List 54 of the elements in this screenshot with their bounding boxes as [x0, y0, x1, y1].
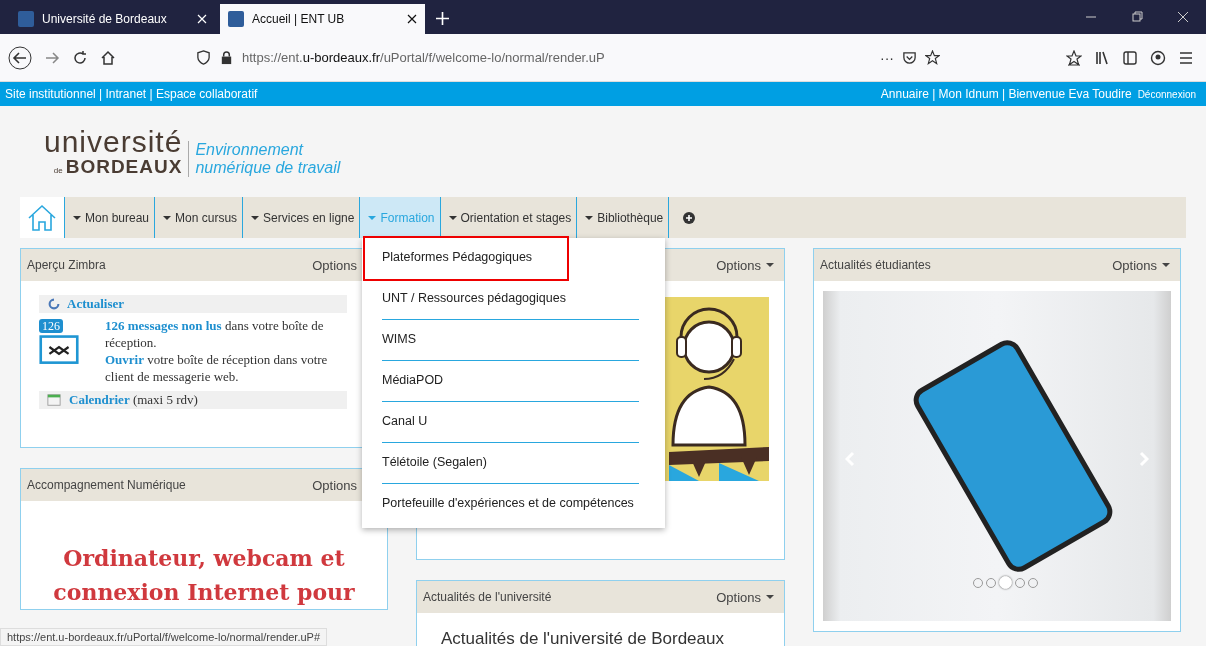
options-menu[interactable]: Options	[312, 257, 357, 273]
unread-badge: 126	[39, 319, 63, 333]
pocket-icon[interactable]	[902, 50, 917, 65]
refresh-icon[interactable]	[47, 297, 61, 311]
portlet-title: Accompagnement Numérique	[27, 478, 186, 492]
portlet-title: Actualités de l'université	[423, 590, 552, 604]
menu-item[interactable]: Portefeuille d'expériences et de compétences	[382, 484, 659, 524]
options-menu[interactable]: Options	[716, 257, 774, 273]
back-icon[interactable]	[8, 45, 32, 70]
menu-item[interactable]: Télétoile (Segalen)	[382, 443, 639, 484]
nav-tab[interactable]: Mon bureau	[65, 197, 156, 238]
favicon-icon	[228, 11, 244, 27]
menu-item[interactable]: UNT / Ressources pédagogiques	[382, 279, 639, 320]
star-icon[interactable]	[925, 50, 940, 65]
lock-icon	[219, 50, 234, 65]
portlet-title: Actualités étudiantes	[820, 258, 931, 272]
home-button[interactable]	[20, 197, 65, 238]
reload-icon[interactable]	[72, 49, 88, 66]
promo-headline: Ordinateur, webcam et connexion Internet pour	[52, 544, 356, 607]
add-tab-icon[interactable]	[683, 211, 696, 224]
forward-icon[interactable]	[44, 49, 60, 66]
site-subtitle: Environnement	[195, 140, 305, 159]
home-icon	[27, 203, 57, 232]
browser-tab[interactable]: Accueil | ENT UB	[220, 4, 425, 34]
page-actions-button[interactable]: ···	[880, 49, 894, 66]
options-menu[interactable]: Options	[312, 477, 357, 493]
site-subtitle: numérique de travail	[195, 158, 341, 177]
home-icon[interactable]	[100, 49, 116, 66]
status-url: https://ent.u-bordeaux.fr/uPortal/f/welcome-lo/normal/render.uP#	[0, 628, 328, 646]
browser-tab[interactable]: Université de Bordeaux	[10, 4, 215, 34]
sidebar-icon[interactable]	[1122, 49, 1138, 66]
favicon-icon	[18, 11, 34, 27]
options-menu[interactable]: Options	[1112, 257, 1170, 273]
menu-icon[interactable]	[1178, 49, 1194, 66]
nav-tab[interactable]: Mon cursus	[155, 197, 244, 238]
calendar-text: Calendrier (maxi 5 rdv)	[69, 392, 198, 408]
news-heading: Actualités de l'université de Bordeaux	[441, 629, 725, 646]
portlet-title: Aperçu Zimbra	[27, 258, 106, 272]
logo-text: université	[44, 127, 183, 157]
options-menu[interactable]: Options	[716, 589, 774, 605]
close-icon[interactable]	[407, 14, 417, 24]
menu-item[interactable]: MédiaPOD	[382, 361, 639, 402]
menu-item[interactable]: WIMS	[382, 320, 639, 361]
open-link[interactable]: Ouvrir	[105, 352, 144, 367]
menu-item[interactable]: Plateformes Pédagogiques	[365, 238, 567, 279]
unread-link[interactable]: 126 messages non lus	[105, 318, 222, 333]
shield-icon	[196, 50, 211, 65]
account-icon[interactable]	[1150, 49, 1166, 66]
new-tab-icon[interactable]	[436, 12, 449, 25]
library-icon[interactable]	[1094, 49, 1110, 66]
logo-text: BORDEAUX	[65, 157, 183, 176]
restore-icon[interactable]	[1131, 11, 1143, 23]
menu-item[interactable]: Canal U	[382, 402, 639, 443]
logo-text: de	[53, 167, 63, 175]
